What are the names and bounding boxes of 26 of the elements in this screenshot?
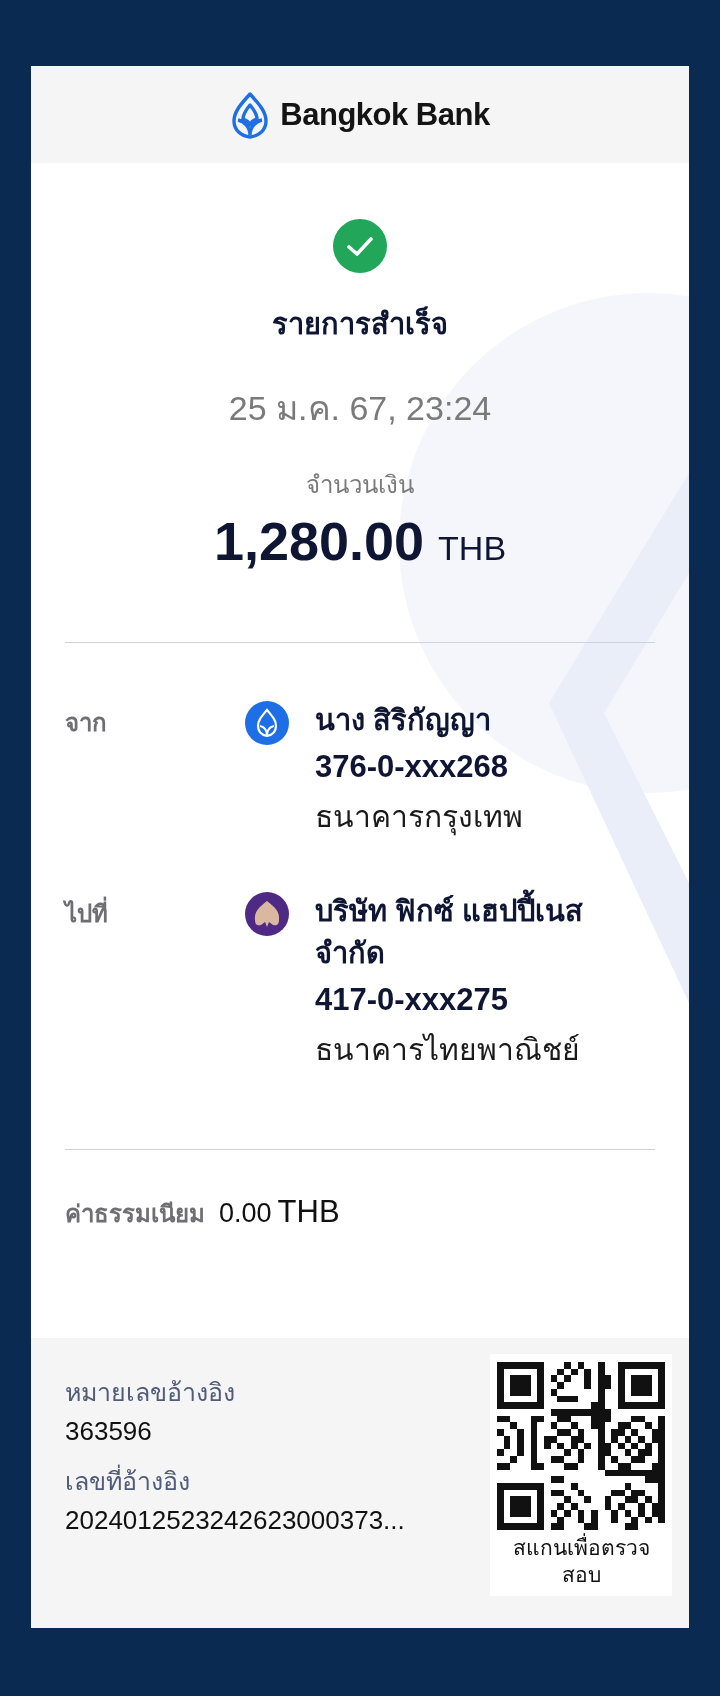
reference-value: 363596 xyxy=(65,1416,153,1447)
bank-name: Bangkok Bank xyxy=(280,96,490,133)
fee-value: 0.00 xyxy=(219,1198,272,1230)
status-title: รายการสำเร็จ xyxy=(272,305,448,342)
bank-name-text: ธนาคารไทยพาณิชย์ xyxy=(315,1032,581,1069)
qr-caption: สแกนเพื่อตรวจสอบ xyxy=(506,1534,656,1589)
reference-label: เลขที่อ้างอิง xyxy=(65,1461,405,1501)
transaction-date: 25 ม.ค. 67, 23:24 xyxy=(228,388,492,429)
reference-value: 2024012523242623000373... xyxy=(65,1505,405,1536)
fee-currency: THB xyxy=(277,1194,340,1231)
party-label: ไปที่ xyxy=(65,890,245,934)
fee-label: ค่าธรรมเนียม xyxy=(65,1199,205,1230)
amount-label: จำนวนเงิน xyxy=(306,470,414,500)
success-check-icon xyxy=(333,219,387,273)
party-label: จาก xyxy=(65,708,108,738)
bank-name-text: ธนาคารกรุงเทพ xyxy=(315,799,524,838)
reference-label: หมายเลขอ้างอิง xyxy=(65,1377,236,1408)
party-name: นาง สิริกัญญา xyxy=(315,703,493,740)
party-name: บริษัท ฟิกซ์ แฮปปี้เนส จำกัด xyxy=(315,890,645,975)
leaf-logo-icon xyxy=(230,90,271,139)
bank-shell-icon xyxy=(245,892,289,937)
amount-value: 1,280.00 xyxy=(213,510,425,572)
account-number: 417-0-xxx275 xyxy=(315,982,510,1019)
amount-currency: THB xyxy=(438,529,507,568)
bank-leaf-icon xyxy=(245,701,289,745)
account-number: 376-0-xxx268 xyxy=(315,749,510,786)
